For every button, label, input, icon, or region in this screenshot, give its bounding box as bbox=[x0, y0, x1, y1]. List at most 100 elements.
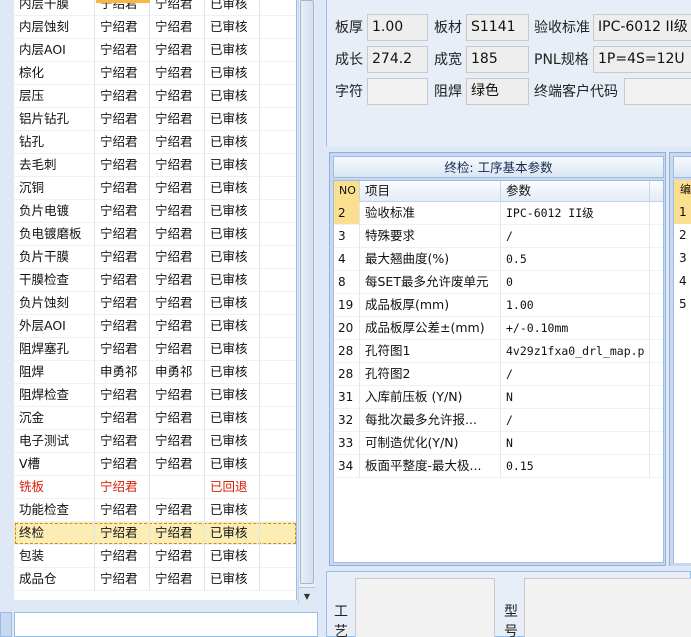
side-column-header[interactable]: 编 bbox=[674, 180, 691, 201]
status-cell: 已审核 bbox=[205, 269, 260, 292]
status-cell: 已回退 bbox=[205, 476, 260, 499]
process-row[interactable]: 钻孔 宁绍君 宁绍君 已审核 bbox=[14, 131, 296, 154]
param-row[interactable]: 33 可制造优化(Y/N) N bbox=[334, 432, 663, 455]
param-row[interactable]: 34 板面平整度-最大极... 0.15 bbox=[334, 455, 663, 478]
param-value-cell: +/-0.10mm bbox=[501, 317, 650, 340]
param-item-cell: 入库前压板 (Y/N) bbox=[360, 386, 501, 409]
reviewer-cell: 宁绍君 bbox=[150, 62, 205, 85]
empty-cell bbox=[260, 154, 296, 177]
status-cell: 已审核 bbox=[205, 568, 260, 591]
model-field[interactable] bbox=[524, 578, 691, 637]
process-name-cell: 铝片钻孔 bbox=[14, 108, 95, 131]
scroll-down-arrow-icon[interactable]: ▼ bbox=[299, 587, 315, 604]
reviewer-cell: 宁绍君 bbox=[150, 453, 205, 476]
process-row[interactable]: 负电镀磨板 宁绍君 宁绍君 已审核 bbox=[14, 223, 296, 246]
material-field[interactable]: S1141 bbox=[466, 14, 529, 41]
empty-cell bbox=[650, 225, 663, 248]
status-cell: 已审核 bbox=[205, 499, 260, 522]
process-row[interactable]: 层压 宁绍君 宁绍君 已审核 bbox=[14, 85, 296, 108]
process-row[interactable]: 内层蚀刻 宁绍君 宁绍君 已审核 bbox=[14, 16, 296, 39]
process-row[interactable]: 电子测试 宁绍君 宁绍君 已审核 bbox=[14, 430, 296, 453]
column-header-no[interactable]: NO bbox=[334, 181, 360, 202]
param-value-cell: 0.5 bbox=[501, 248, 650, 271]
process-list-panel: 内层干膜 宁绍君 宁绍君 已审核 内层蚀刻 宁绍君 宁绍君 已审核 内层AOI 宁绍君 宁绍君 已审核… bbox=[0, 0, 316, 610]
solder-mask-label: 阻焊 bbox=[434, 84, 462, 100]
param-item-cell: 成品板厚公差±(mm) bbox=[360, 317, 501, 340]
process-row[interactable]: 干膜检查 宁绍君 宁绍君 已审核 bbox=[14, 269, 296, 292]
empty-cell bbox=[260, 522, 296, 545]
side-row[interactable]: 2 bbox=[674, 224, 691, 247]
pnl-spec-field[interactable]: 1P=4S=12U bbox=[593, 46, 691, 73]
remarks-input[interactable] bbox=[14, 612, 318, 637]
param-row[interactable]: 20 成品板厚公差±(mm) +/-0.10mm bbox=[334, 317, 663, 340]
process-row[interactable]: V槽 宁绍君 宁绍君 已审核 bbox=[14, 453, 296, 476]
craft-field[interactable] bbox=[355, 578, 495, 637]
side-row[interactable]: 4 bbox=[674, 270, 691, 293]
scrollbar-thumb[interactable] bbox=[300, 0, 314, 584]
craft-model-panel: 工艺 型号 bbox=[326, 571, 691, 637]
process-row[interactable]: 负片干膜 宁绍君 宁绍君 已审核 bbox=[14, 246, 296, 269]
side-grid: 编 12345 bbox=[673, 180, 691, 563]
param-row[interactable]: 19 成品板厚(mm) 1.00 bbox=[334, 294, 663, 317]
status-cell: 已审核 bbox=[205, 0, 260, 16]
process-row[interactable]: 铝片钻孔 宁绍君 宁绍君 已审核 bbox=[14, 108, 296, 131]
process-row[interactable]: 铣板 宁绍君 已回退 bbox=[14, 476, 296, 499]
param-value-cell: 0 bbox=[501, 271, 650, 294]
process-row[interactable]: 成品仓 宁绍君 宁绍君 已审核 bbox=[14, 568, 296, 591]
status-cell: 已审核 bbox=[205, 16, 260, 39]
thickness-field[interactable]: 1.00 bbox=[367, 14, 428, 41]
process-row[interactable]: 阻焊检查 宁绍君 宁绍君 已审核 bbox=[14, 384, 296, 407]
param-row[interactable]: 28 孔符图2/ bbox=[334, 363, 663, 386]
solder-mask-field[interactable]: 绿色 bbox=[466, 78, 529, 105]
process-grid-scrollbar[interactable]: ▼ bbox=[298, 0, 315, 604]
process-row[interactable]: 沉金 宁绍君 宁绍君 已审核 bbox=[14, 407, 296, 430]
param-no-cell: 28 bbox=[334, 340, 360, 363]
process-row[interactable]: 功能检查 宁绍君 宁绍君 已审核 bbox=[14, 499, 296, 522]
process-row[interactable]: 内层AOI 宁绍君 宁绍君 已审核 bbox=[14, 39, 296, 62]
bottom-tab-handle[interactable] bbox=[0, 612, 12, 637]
empty-cell bbox=[650, 271, 663, 294]
param-row[interactable]: 2 验收标准 IPC-6012 II级 bbox=[334, 202, 663, 225]
reviewer-cell: 宁绍君 bbox=[150, 16, 205, 39]
param-row[interactable]: 31 入库前压板 (Y/N) N bbox=[334, 386, 663, 409]
maker-cell: 宁绍君 bbox=[95, 292, 150, 315]
process-row[interactable]: 内层干膜 宁绍君 宁绍君 已审核 bbox=[14, 0, 296, 16]
craft-label: 工艺 bbox=[334, 604, 348, 637]
width-field[interactable]: 185 bbox=[466, 46, 529, 73]
process-row[interactable]: 阻焊 申勇祁 申勇祁 已审核 bbox=[14, 361, 296, 384]
process-row[interactable]: 去毛刺 宁绍君 宁绍君 已审核 bbox=[14, 154, 296, 177]
side-row[interactable]: 5 bbox=[674, 293, 691, 316]
process-row[interactable]: 负片电镀 宁绍君 宁绍君 已审核 bbox=[14, 200, 296, 223]
reviewer-cell: 宁绍君 bbox=[150, 223, 205, 246]
empty-cell bbox=[650, 455, 663, 478]
process-row[interactable]: 沉铜 宁绍君 宁绍君 已审核 bbox=[14, 177, 296, 200]
reviewer-cell: 宁绍君 bbox=[150, 131, 205, 154]
character-field[interactable] bbox=[367, 78, 428, 105]
length-field[interactable]: 274.2 bbox=[367, 46, 428, 73]
maker-cell: 宁绍君 bbox=[95, 177, 150, 200]
process-row[interactable]: 棕化 宁绍君 宁绍君 已审核 bbox=[14, 62, 296, 85]
column-header-param[interactable]: 参数 bbox=[501, 181, 650, 202]
process-row[interactable]: 阻焊塞孔 宁绍君 宁绍君 已审核 bbox=[14, 338, 296, 361]
process-name-cell: 阻焊塞孔 bbox=[14, 338, 95, 361]
empty-cell bbox=[260, 499, 296, 522]
maker-cell: 宁绍君 bbox=[95, 476, 150, 499]
param-row[interactable]: 3 特殊要求 / bbox=[334, 225, 663, 248]
param-row[interactable]: 32 每批次最多允许报... / bbox=[334, 409, 663, 432]
reviewer-cell: 宁绍君 bbox=[150, 108, 205, 131]
customer-code-field[interactable] bbox=[624, 78, 691, 105]
side-row[interactable]: 1 bbox=[674, 201, 691, 224]
maker-cell: 宁绍君 bbox=[95, 545, 150, 568]
param-row[interactable]: 8 每SET最多允许废单元 0 bbox=[334, 271, 663, 294]
param-row[interactable]: 28 孔符图1 4v29z1fxa0_drl_map.p bbox=[334, 340, 663, 363]
standard-field[interactable]: IPC-6012 II级 bbox=[593, 14, 691, 41]
side-row[interactable]: 3 bbox=[674, 247, 691, 270]
param-row[interactable]: 4 最大翘曲度(%) 0.5 bbox=[334, 248, 663, 271]
process-row[interactable]: 外层AOI 宁绍君 宁绍君 已审核 bbox=[14, 315, 296, 338]
process-row[interactable]: 包装 宁绍君 宁绍君 已审核 bbox=[14, 545, 296, 568]
empty-cell bbox=[260, 361, 296, 384]
process-row[interactable]: 负片蚀刻 宁绍君 宁绍君 已审核 bbox=[14, 292, 296, 315]
params-panel-title: 终检: 工序基本参数 bbox=[333, 156, 664, 178]
column-header-item[interactable]: 项目 bbox=[360, 181, 501, 202]
process-row[interactable]: 终检 宁绍君 宁绍君 已审核 bbox=[14, 522, 296, 545]
